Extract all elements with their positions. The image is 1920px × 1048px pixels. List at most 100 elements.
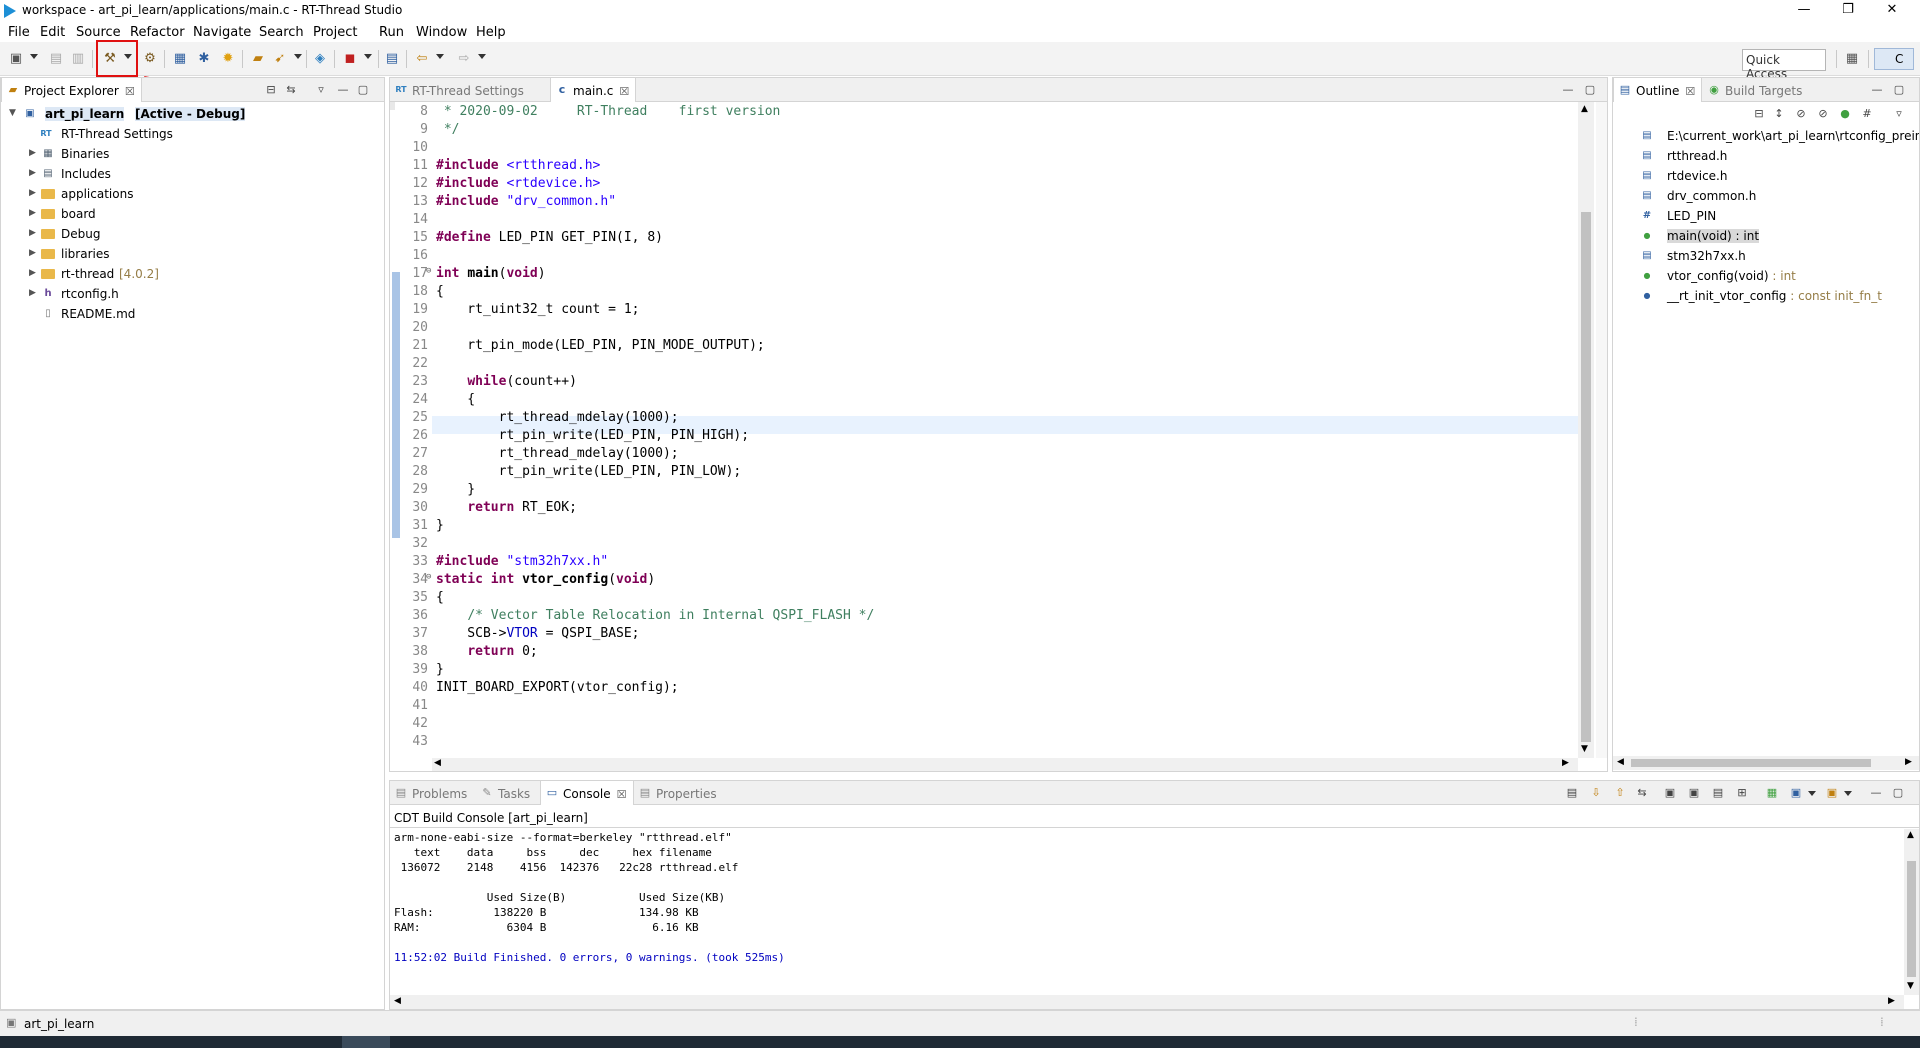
tab-main-c[interactable]: c main.c ☒ (550, 78, 637, 102)
tree-item-libraries[interactable]: ▶ libraries (29, 244, 379, 264)
run-external-dropdown-icon[interactable] (294, 54, 302, 59)
expand-arrow-icon[interactable]: ▶ (29, 228, 36, 238)
close-tab-icon[interactable]: ☒ (125, 85, 135, 98)
console-vertical-scrollbar[interactable]: ▲ ▼ (1904, 829, 1919, 995)
code-area[interactable]: 8 * 2020-09-02 RT-Thread first version 9 … (390, 102, 1577, 757)
new-console-icon[interactable]: ▣ (1826, 787, 1838, 799)
menu-help[interactable]: Help (476, 25, 506, 40)
outline-item[interactable]: ▤ drv_common.h (1613, 186, 1919, 206)
close-tab-icon[interactable]: ☒ (617, 788, 627, 801)
tab-outline[interactable]: ▤ Outline ☒ (1613, 78, 1703, 102)
tab-properties[interactable]: ▤ Properties (634, 781, 723, 805)
scroll-left-icon[interactable]: ◀ (1617, 757, 1624, 767)
tree-item-applications[interactable]: ▶ applications (29, 184, 379, 204)
outline-horizontal-scrollbar[interactable]: ◀ ▶ (1613, 756, 1919, 770)
forward-arrow-icon[interactable]: ⇨ (456, 51, 472, 67)
close-tab-icon[interactable]: ☒ (619, 85, 629, 98)
outline-item-selected[interactable]: ● main(void) : int (1613, 226, 1919, 246)
view-menu-icon[interactable]: ▿ (315, 84, 327, 96)
debug-icon[interactable]: ✱ (196, 51, 212, 67)
menu-search[interactable]: Search (259, 25, 304, 40)
c-perspective-button[interactable]: C (1874, 48, 1914, 70)
taskbar-app-button[interactable] (342, 1036, 390, 1048)
console-clear-icon[interactable]: ▤ (1566, 787, 1578, 799)
menu-file[interactable]: File (8, 25, 30, 40)
menu-project[interactable]: Project (313, 25, 357, 40)
scroll-left-icon[interactable]: ◀ (434, 758, 441, 768)
scroll-right-icon[interactable]: ▶ (1905, 757, 1912, 767)
scrollbar-thumb[interactable] (1907, 861, 1916, 977)
editor-horizontal-scrollbar[interactable]: ◀ ▶ (432, 758, 1578, 771)
collapse-all-icon[interactable]: ⊟ (265, 84, 277, 96)
expand-arrow-icon[interactable]: ▼ (9, 108, 16, 118)
tree-item-debug[interactable]: ▶ Debug (29, 224, 379, 244)
flash-icon[interactable]: ◼ (342, 51, 358, 67)
minimize-view-icon[interactable]: — (1562, 84, 1574, 96)
restore-button[interactable]: ❐ (1828, 2, 1868, 20)
scrollbar-thumb[interactable] (1581, 212, 1591, 742)
outline-item[interactable]: ▤ stm32h7xx.h (1613, 246, 1919, 266)
scroll-down-icon[interactable]: ▼ (1907, 981, 1914, 991)
quick-access-field[interactable]: Quick Access (1742, 49, 1826, 81)
outline-item[interactable]: ● vtor_config(void) : int (1613, 266, 1919, 286)
copy-icon[interactable]: ▣ (1664, 787, 1676, 799)
scroll-up-icon[interactable]: ▲ (1907, 830, 1914, 840)
new-dropdown-icon[interactable] (30, 54, 38, 59)
run-external-icon[interactable]: ➹ (272, 51, 288, 67)
minimize-view-icon[interactable]: — (1870, 787, 1882, 799)
pin-console-icon[interactable]: ⊞ (1736, 787, 1748, 799)
tree-item-includes[interactable]: ▶ ▤ Includes (29, 164, 379, 184)
maximize-view-icon[interactable]: ▢ (1892, 787, 1904, 799)
terminal-icon[interactable]: ▤ (384, 51, 400, 67)
tree-item-binaries[interactable]: ▶ ▦ Binaries (29, 144, 379, 164)
serial-terminal-icon[interactable]: ◈ (312, 51, 328, 67)
new-icon[interactable]: ▣ (8, 51, 24, 67)
hide-fields-icon[interactable]: ⊘ (1795, 108, 1807, 120)
next-error-icon[interactable]: ⇧ (1614, 787, 1626, 799)
scroll-right-icon[interactable]: ▶ (1888, 996, 1895, 1006)
tree-item-rt-thread-settings[interactable]: RT RT-Thread Settings (29, 124, 379, 144)
view-menu-icon[interactable]: ▿ (1893, 108, 1905, 120)
new-console-dropdown-icon[interactable] (1844, 791, 1852, 796)
menu-edit[interactable]: Edit (40, 25, 65, 40)
scroll-down-icon[interactable]: ▼ (1581, 744, 1588, 754)
tab-rt-thread-settings[interactable]: RT RT-Thread Settings (390, 78, 530, 102)
scroll-left-icon[interactable]: ◀ (394, 996, 401, 1006)
tab-console[interactable]: ▭ Console ☒ (540, 781, 634, 805)
console-output[interactable]: arm-none-eabi-size --format=berkeley "rt… (390, 831, 1905, 995)
expand-arrow-icon[interactable]: ▶ (29, 188, 36, 198)
minimize-view-icon[interactable]: — (337, 84, 349, 96)
save-icon[interactable]: ▤ (48, 51, 64, 67)
scroll-up-icon[interactable]: ▲ (1581, 104, 1588, 114)
tab-project-explorer[interactable]: ▰ Project Explorer ☒ (1, 78, 142, 102)
maximize-view-icon[interactable]: ▢ (1584, 84, 1596, 96)
menu-refactor[interactable]: Refactor (130, 25, 185, 40)
tab-tasks[interactable]: ✎ Tasks (476, 781, 536, 805)
tab-problems[interactable]: ▤ Problems (390, 781, 473, 805)
link-console-icon[interactable]: ⇆ (1636, 787, 1648, 799)
display-selected-console-icon[interactable]: ▦ (1766, 787, 1778, 799)
outline-item[interactable]: ● __rt_init_vtor_config : const init_fn_… (1613, 286, 1919, 306)
editor-vertical-scrollbar[interactable]: ▲ ▼ (1578, 102, 1594, 758)
open-folder-icon[interactable]: ▰ (250, 51, 266, 67)
open-console-icon[interactable]: ▣ (1790, 787, 1802, 799)
tab-build-targets[interactable]: ◉ Build Targets (1703, 78, 1808, 102)
paste-icon[interactable]: ▣ (1688, 787, 1700, 799)
tree-project-root[interactable]: ▼ ▣ art_pi_learn [Active - Debug] (9, 104, 379, 124)
menu-navigate[interactable]: Navigate (193, 25, 251, 40)
outline-item[interactable]: # LED_PIN (1613, 206, 1919, 226)
open-perspective-icon[interactable]: ▦ (1844, 51, 1860, 67)
forward-dropdown-icon[interactable] (478, 54, 486, 59)
rebuild-icon[interactable]: ⚙ (142, 51, 158, 67)
scrollbar-thumb[interactable] (1631, 759, 1871, 767)
scroll-right-icon[interactable]: ▶ (1562, 758, 1569, 768)
close-button[interactable]: ✕ (1872, 2, 1912, 20)
menu-run[interactable]: Run (379, 25, 404, 40)
download-icon[interactable]: ▦ (172, 51, 188, 67)
collapse-all-icon[interactable]: ⊟ (1753, 108, 1765, 120)
sort-icon[interactable]: ↕ (1773, 108, 1785, 120)
console-horizontal-scrollbar[interactable]: ◀ ▶ (390, 995, 1904, 1009)
scroll-lock-icon[interactable]: ⇩ (1590, 787, 1602, 799)
open-console-dropdown-icon[interactable] (1808, 791, 1816, 796)
minimize-view-icon[interactable]: — (1871, 84, 1883, 96)
